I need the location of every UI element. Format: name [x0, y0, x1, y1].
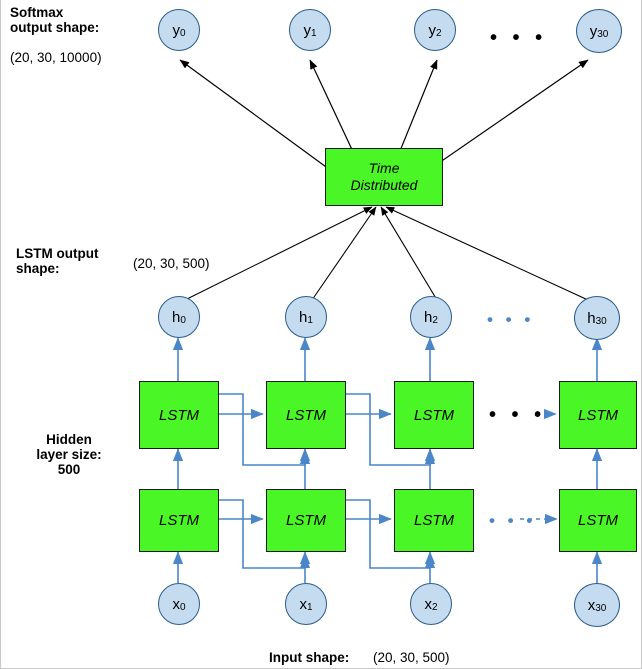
hidden-node-h2[interactable]: h2: [410, 296, 452, 338]
input-node-x0-sub: 0: [179, 601, 186, 613]
hidden-node-h2-label: h: [424, 308, 433, 326]
output-node-y30-label: y: [589, 22, 598, 40]
hidden-node-h30-sub: 30: [595, 315, 607, 327]
hidden-node-h1-label: h: [299, 308, 308, 326]
input-shape-value: (20, 30, 500): [373, 650, 450, 665]
softmax-output-shape: (20, 30, 10000): [10, 50, 102, 65]
lstm-cell-bottom-1[interactable]: LSTM: [266, 489, 346, 552]
input-node-x30[interactable]: x 30: [574, 583, 620, 627]
lstm-top-row-ellipsis: • • •: [489, 404, 547, 426]
input-node-x2-sub: 2: [431, 601, 438, 613]
hidden-node-h30[interactable]: h 30: [574, 296, 620, 340]
input-node-x0[interactable]: x0: [158, 583, 200, 625]
input-shape-label: Input shape:: [269, 650, 350, 665]
output-row-ellipsis: • • •: [490, 27, 548, 49]
lstm-output-label: LSTM output shape:: [16, 246, 99, 276]
output-node-y1-label: y: [303, 21, 311, 39]
output-node-y2-sub: 2: [435, 27, 442, 39]
output-node-y30-sub: 30: [597, 28, 609, 40]
output-node-y0[interactable]: y0: [158, 9, 200, 51]
output-node-y30[interactable]: y 30: [576, 9, 622, 53]
lstm-cell-bottom-30-label: LSTM: [577, 512, 618, 529]
lstm-cell-top-1-label: LSTM: [285, 406, 326, 424]
diagram-canvas: Softmax output shape: (20, 30, 10000) LS…: [0, 0, 642, 669]
hidden-node-h1[interactable]: h1: [285, 296, 327, 338]
output-node-y2-label: y: [428, 21, 436, 39]
lstm-cell-bottom-2[interactable]: LSTM: [394, 489, 474, 552]
input-node-x1-label: x: [299, 595, 307, 613]
hidden-node-h0-sub: 0: [180, 314, 186, 326]
lstm-cell-bottom-2-label: LSTM: [413, 512, 454, 529]
hidden-node-h0[interactable]: h0: [158, 296, 200, 338]
output-node-y1[interactable]: y1: [289, 9, 331, 51]
hidden-node-h30-label: h: [587, 309, 596, 327]
connector-layer: [172, 59, 603, 583]
time-distributed-line2: Distributed: [350, 177, 418, 193]
border-left: [0, 0, 1, 669]
time-distributed-block[interactable]: Time Distributed: [325, 148, 443, 206]
hidden-node-h2-sub: 2: [432, 314, 438, 326]
output-node-y0-sub: 0: [179, 27, 186, 39]
hidden-node-h0-label: h: [172, 308, 181, 326]
output-node-y0-label: y: [172, 21, 180, 39]
lstm-cell-top-1[interactable]: LSTM: [266, 381, 346, 449]
output-node-y1-sub: 1: [310, 27, 317, 39]
time-distributed-line1: Time: [368, 160, 400, 176]
lstm-cell-top-30[interactable]: LSTM: [559, 381, 637, 449]
lstm-cell-bottom-30[interactable]: LSTM: [559, 489, 637, 552]
lstm-cell-top-2[interactable]: LSTM: [394, 381, 474, 449]
input-node-x2-label: x: [424, 595, 432, 613]
lstm-cell-bottom-1-label: LSTM: [285, 512, 326, 529]
input-node-x30-label: x: [587, 596, 596, 614]
lstm-cell-top-2-label: LSTM: [413, 406, 454, 424]
softmax-output-label: Softmax output shape:: [10, 5, 100, 35]
lstm-output-shape: (20, 30, 500): [133, 256, 210, 271]
lstm-cell-top-0[interactable]: LSTM: [139, 381, 219, 449]
lstm-cell-top-30-label: LSTM: [577, 406, 618, 424]
hidden-node-h1-sub: 1: [307, 314, 313, 326]
hidden-row-ellipsis: • • •: [487, 310, 535, 329]
lstm-bottom-row-ellipsis: • • •: [489, 511, 537, 530]
input-node-x30-sub: 30: [595, 602, 607, 614]
input-node-x0-label: x: [172, 595, 180, 613]
input-node-x2[interactable]: x2: [410, 583, 452, 625]
lstm-cell-bottom-0-label: LSTM: [158, 512, 199, 529]
lstm-cell-top-0-label: LSTM: [158, 406, 199, 424]
output-node-y2[interactable]: y2: [414, 9, 456, 51]
lstm-cell-bottom-0[interactable]: LSTM: [139, 489, 219, 552]
input-node-x1[interactable]: x1: [285, 583, 327, 625]
hidden-layer-label: Hidden layer size: 500: [36, 432, 102, 477]
input-node-x1-sub: 1: [306, 601, 313, 613]
